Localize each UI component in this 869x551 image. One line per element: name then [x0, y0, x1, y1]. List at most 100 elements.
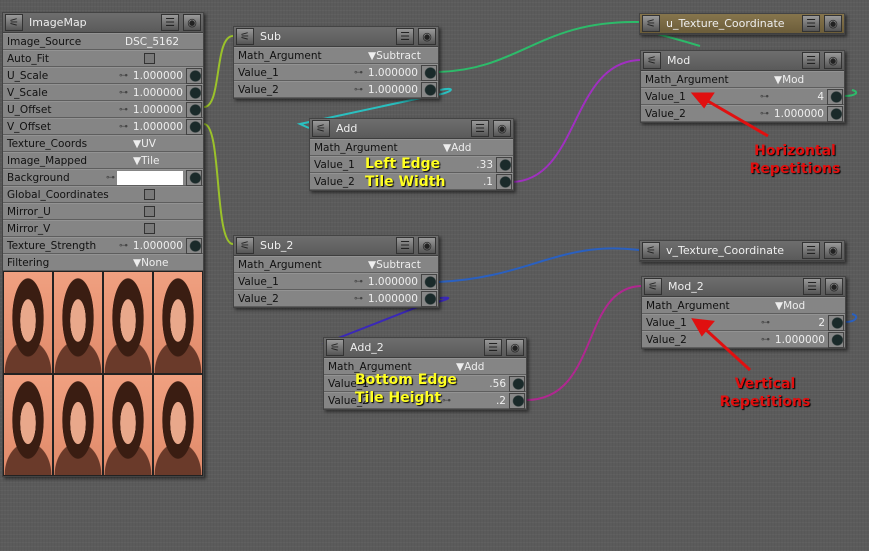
param-value-field[interactable]: 1.000000 [130, 104, 186, 116]
node-header[interactable]: ⚟ Mod_2 ☰ ◉ [642, 277, 845, 297]
link-icon[interactable]: ⊶ [760, 92, 769, 102]
param-value-field[interactable]: .1 [440, 176, 496, 188]
input-plug-icon[interactable] [509, 392, 525, 409]
link-icon[interactable]: ⊶ [442, 396, 451, 406]
input-plug-icon[interactable] [421, 290, 437, 307]
link-icon[interactable]: ⊶ [119, 71, 128, 81]
node-u-texture-coordinate[interactable]: ⚟ u_Texture_Coordinate ☰ ◉ [639, 13, 845, 35]
node-header[interactable]: ⚟ Add ☰ ◉ [310, 119, 513, 139]
dropdown[interactable]: ▼Subtract [360, 50, 438, 62]
node-header[interactable]: ⚟ u_Texture_Coordinate ☰ ◉ [640, 14, 844, 34]
node-menu-icon[interactable]: ⚟ [236, 237, 254, 254]
input-plug-icon[interactable] [186, 101, 202, 118]
options-list-icon[interactable]: ☰ [396, 237, 414, 254]
options-list-icon[interactable]: ☰ [802, 242, 820, 259]
node-mod-2[interactable]: ⚟ Mod_2 ☰ ◉ Math_Argument ▼Mod Value_1 ⊶ 2 Value_… [641, 276, 846, 349]
preview-eye-icon[interactable]: ◉ [824, 52, 842, 69]
node-header[interactable]: ⚟ Add_2 ☰ ◉ [324, 338, 526, 358]
node-sub[interactable]: ⚟ Sub ☰ ◉ Math_Argument ▼Subtract Value_1 ⊶ 1.00… [233, 26, 439, 99]
node-menu-icon[interactable]: ⚟ [5, 14, 23, 31]
param-value-field[interactable]: 1.000000 [365, 276, 421, 288]
dropdown[interactable]: ▼None [125, 257, 203, 269]
link-icon[interactable]: ⊶ [354, 85, 363, 95]
node-header[interactable]: ⚟ v_Texture_Coordinate ☰ ◉ [640, 241, 844, 261]
dropdown[interactable]: ▼Add [448, 361, 526, 373]
param-value-field[interactable]: 1.000000 [130, 240, 186, 252]
input-plug-icon[interactable] [509, 375, 525, 392]
options-list-icon[interactable]: ☰ [484, 339, 502, 356]
input-plug-icon[interactable] [186, 67, 202, 84]
node-menu-icon[interactable]: ⚟ [312, 120, 330, 137]
param-value[interactable]: DSC_5162 [125, 36, 203, 48]
param-value-field[interactable]: 1.000000 [772, 334, 828, 346]
input-plug-icon[interactable] [186, 118, 202, 135]
node-menu-icon[interactable]: ⚟ [643, 52, 661, 69]
preview-eye-icon[interactable]: ◉ [183, 14, 201, 31]
options-list-icon[interactable]: ☰ [802, 52, 820, 69]
node-v-texture-coordinate[interactable]: ⚟ v_Texture_Coordinate ☰ ◉ [639, 240, 845, 262]
node-menu-icon[interactable]: ⚟ [326, 339, 344, 356]
link-icon[interactable]: ⊶ [760, 109, 769, 119]
node-menu-icon[interactable]: ⚟ [642, 15, 660, 32]
dropdown[interactable]: ▼Tile [125, 155, 203, 167]
dropdown[interactable]: ▼UV [125, 138, 203, 150]
input-plug-icon[interactable] [186, 237, 202, 254]
link-icon[interactable]: ⊶ [354, 68, 363, 78]
link-icon[interactable]: ⊶ [119, 105, 128, 115]
link-icon[interactable]: ⊶ [761, 318, 770, 328]
input-plug-icon[interactable] [421, 273, 437, 290]
input-plug-icon[interactable] [186, 169, 202, 186]
input-plug-icon[interactable] [186, 84, 202, 101]
node-header[interactable]: ⚟ Mod ☰ ◉ [641, 51, 844, 71]
preview-eye-icon[interactable]: ◉ [506, 339, 524, 356]
input-plug-icon[interactable] [496, 173, 512, 190]
node-sub-2[interactable]: ⚟ Sub_2 ☰ ◉ Math_Argument ▼Subtract Value_1 ⊶ 1.… [233, 235, 439, 308]
input-plug-icon[interactable] [828, 314, 844, 331]
dropdown[interactable]: ▼Mod [767, 300, 845, 312]
dropdown[interactable]: ▼Mod [766, 74, 844, 86]
node-menu-icon[interactable]: ⚟ [236, 28, 254, 45]
link-icon[interactable]: ⊶ [119, 122, 128, 132]
input-plug-icon[interactable] [828, 331, 844, 348]
input-plug-icon[interactable] [827, 88, 843, 105]
link-icon[interactable]: ⊶ [106, 173, 115, 183]
node-header[interactable]: ⚟ Sub ☰ ◉ [234, 27, 438, 47]
param-value-field[interactable]: 1.000000 [130, 121, 186, 133]
input-plug-icon[interactable] [421, 64, 437, 81]
options-list-icon[interactable]: ☰ [396, 28, 414, 45]
node-imagemap[interactable]: ⚟ ImageMap ☰ ◉ Image_Source DSC_5162 Auto_Fit U… [2, 12, 204, 477]
preview-eye-icon[interactable]: ◉ [493, 120, 511, 137]
param-value-field[interactable]: 1.000000 [771, 108, 827, 120]
param-value-field[interactable]: 1.000000 [365, 84, 421, 96]
node-mod[interactable]: ⚟ Mod ☰ ◉ Math_Argument ▼Mod Value_1 ⊶ 4 Value_2 ⊶… [640, 50, 845, 123]
param-value-field[interactable]: 1.000000 [130, 70, 186, 82]
node-header[interactable]: ⚟ Sub_2 ☰ ◉ [234, 236, 438, 256]
node-menu-icon[interactable]: ⚟ [642, 242, 660, 259]
options-list-icon[interactable]: ☰ [802, 15, 820, 32]
param-value-field[interactable]: .2 [453, 395, 509, 407]
link-icon[interactable]: ⊶ [761, 335, 770, 345]
link-icon[interactable]: ⊶ [119, 241, 128, 251]
node-menu-icon[interactable]: ⚟ [644, 278, 662, 295]
param-value-field[interactable]: .33 [440, 159, 496, 171]
param-value-field[interactable]: 1.000000 [365, 293, 421, 305]
input-plug-icon[interactable] [496, 156, 512, 173]
preview-eye-icon[interactable]: ◉ [824, 242, 842, 259]
checkbox[interactable] [144, 206, 155, 217]
dropdown[interactable]: ▼Subtract [360, 259, 438, 271]
options-list-icon[interactable]: ☰ [161, 14, 179, 31]
link-icon[interactable]: ⊶ [354, 294, 363, 304]
options-list-icon[interactable]: ☰ [803, 278, 821, 295]
node-header[interactable]: ⚟ ImageMap ☰ ◉ [3, 13, 203, 33]
color-swatch[interactable] [117, 170, 183, 185]
param-value-field[interactable]: 4 [771, 91, 827, 103]
link-icon[interactable]: ⊶ [354, 277, 363, 287]
preview-eye-icon[interactable]: ◉ [418, 28, 436, 45]
param-value-field[interactable]: .56 [453, 378, 509, 390]
preview-eye-icon[interactable]: ◉ [825, 278, 843, 295]
checkbox[interactable] [144, 189, 155, 200]
param-value-field[interactable]: 2 [772, 317, 828, 329]
options-list-icon[interactable]: ☰ [471, 120, 489, 137]
preview-eye-icon[interactable]: ◉ [418, 237, 436, 254]
input-plug-icon[interactable] [827, 105, 843, 122]
